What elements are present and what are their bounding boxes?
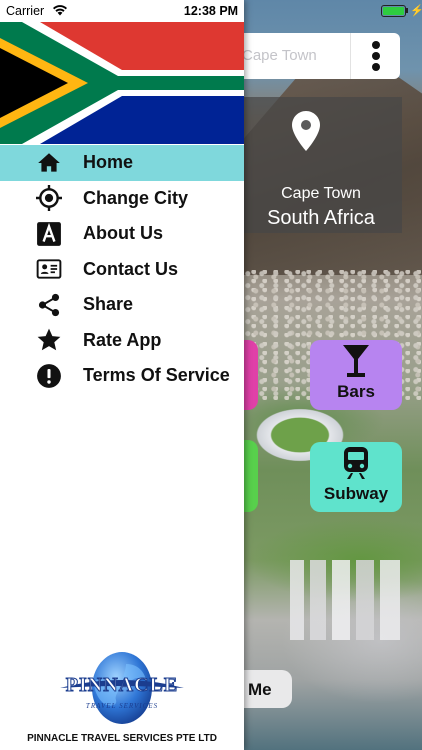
location-pin-icon: [292, 111, 320, 151]
alert-circle-icon: [36, 363, 62, 389]
logo-wordmark: PINNACLE: [65, 674, 179, 697]
battery-tip: [406, 8, 408, 13]
menu-item-rate-app[interactable]: Rate App: [0, 323, 244, 359]
crosshair-icon: [36, 185, 62, 212]
side-drawer: Home Change City About Us Contact Us Sha…: [0, 0, 244, 750]
company-name: PINNACLE TRAVEL SERVICES PTE LTD: [27, 733, 217, 744]
cocktail-icon: [343, 345, 369, 377]
contact-card-icon: [36, 256, 62, 282]
menu-item-label: Change City: [83, 187, 189, 208]
battery-icon: [381, 5, 406, 17]
menu-item-label: Contact Us: [83, 258, 179, 279]
menu-item-label: Rate App: [83, 329, 162, 350]
status-bar: Carrier 12:38 PM ⚡: [0, 0, 422, 22]
category-subway-button[interactable]: Subway: [310, 442, 402, 512]
more-dot-icon: [372, 52, 380, 60]
menu-item-home[interactable]: Home: [0, 145, 244, 181]
location-city: Cape Town: [281, 185, 361, 202]
letter-a-icon: [36, 221, 62, 247]
category-label: Bars: [337, 382, 375, 401]
south-africa-flag-image: [0, 22, 244, 144]
waterfront-buildings: [290, 560, 422, 640]
logo-tagline: TRAVEL SERVICES: [85, 702, 159, 710]
location-country: South Africa: [267, 207, 375, 229]
clock: 12:38 PM: [183, 4, 239, 18]
search-input[interactable]: Cape Town: [242, 47, 317, 64]
menu-item-about-us[interactable]: About Us: [0, 216, 244, 252]
more-dot-icon: [372, 63, 380, 71]
category-bars-button[interactable]: Bars: [310, 340, 402, 410]
star-icon: [36, 327, 62, 353]
pinnacle-logo: PINNACLE TRAVEL SERVICES: [56, 650, 188, 728]
menu-item-label: Terms Of Service: [83, 365, 230, 386]
train-icon: [344, 447, 368, 479]
menu-item-label: Share: [83, 294, 134, 315]
menu-item-contact-us[interactable]: Contact Us: [0, 252, 244, 288]
menu-item-label: About Us: [83, 223, 163, 244]
menu-item-label: Home: [83, 152, 134, 173]
category-label: Subway: [323, 484, 389, 503]
share-icon: [36, 292, 62, 318]
more-options-button[interactable]: [350, 33, 400, 79]
drawer-menu: Home Change City About Us Contact Us Sha…: [0, 145, 244, 394]
more-dot-icon: [372, 41, 380, 49]
charging-bolt-icon: ⚡: [410, 5, 422, 17]
me-button-label: Me: [248, 680, 272, 699]
menu-item-change-city[interactable]: Change City: [0, 181, 244, 217]
menu-item-share[interactable]: Share: [0, 287, 244, 323]
menu-item-terms-of-service[interactable]: Terms Of Service: [0, 358, 244, 394]
home-icon: [36, 150, 62, 176]
